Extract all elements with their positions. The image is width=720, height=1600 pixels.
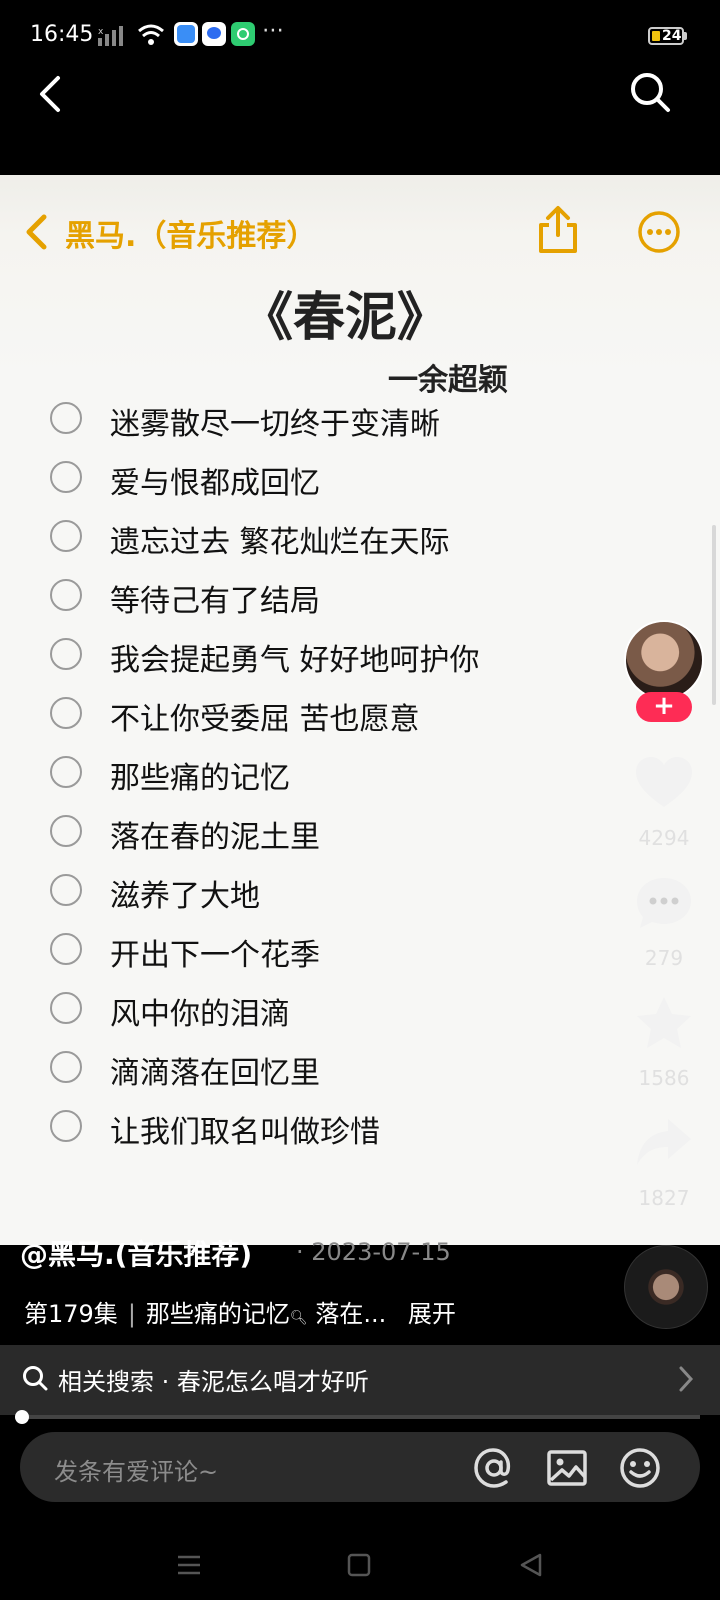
favorite-count: 1586: [638, 1066, 690, 1090]
note-folder-title: 黑马.（音乐推荐）: [65, 219, 317, 254]
image-icon[interactable]: [545, 1446, 589, 1490]
battery-tip: [684, 32, 687, 40]
back-icon[interactable]: [36, 74, 66, 114]
author-avatar[interactable]: [624, 620, 704, 700]
checkbox-circle-icon: [50, 461, 82, 493]
singer-name: 一余超颖: [388, 363, 508, 398]
svg-text:x: x: [98, 27, 104, 37]
home-square-icon[interactable]: [346, 1552, 372, 1578]
share-icon: [539, 206, 577, 253]
separator: |: [127, 1300, 136, 1328]
share-count: 1827: [638, 1186, 690, 1210]
checkbox-circle-icon: [50, 874, 82, 906]
checkbox-circle-icon: [50, 402, 82, 434]
baidu-notification-icon: [202, 22, 226, 46]
comment-count: 279: [644, 946, 684, 970]
episode-label: 第179集: [24, 1300, 118, 1328]
note-back-icon: [26, 214, 47, 250]
signal-icon: x: [98, 26, 123, 46]
menu-icon[interactable]: [176, 1552, 202, 1578]
related-search-text: 相关搜索 · 春泥怎么唱才好听: [58, 1368, 369, 1396]
checkbox-circle-icon: [50, 1110, 82, 1142]
favorite-star-icon[interactable]: [634, 995, 694, 1051]
checkbox-circle-icon: [50, 933, 82, 965]
post-date: · 2023-07-15: [296, 1238, 451, 1266]
status-bar: 16:45 x ⋯ 24: [0, 0, 720, 70]
related-search-bar[interactable]: 相关搜索 · 春泥怎么唱才好听: [0, 1345, 720, 1415]
song-title: 《春泥》: [240, 288, 449, 348]
like-heart-icon[interactable]: [634, 755, 694, 811]
video-description[interactable]: 第179集 | 那些痛的记忆🔍︎ 落在... 展开: [24, 1294, 456, 1329]
note-card[interactable]: 黑马.（音乐推荐） 《春泥》 一余超颖 迷雾散尽一切终于变清晰 爱与恨都成回忆 …: [0, 175, 720, 1245]
battery-icon: 24: [648, 27, 684, 45]
search-keyword-icon: 🔍︎: [289, 1310, 308, 1326]
checkbox-circle-icon: [50, 579, 82, 611]
music-disc[interactable]: [624, 1245, 708, 1329]
checkbox-circle-icon: [50, 815, 82, 847]
more-options-icon: [638, 211, 680, 253]
wifi-icon: [138, 24, 164, 45]
battery-level: 24: [662, 28, 682, 44]
description-snippet: 那些痛的记忆: [145, 1300, 290, 1328]
status-time: 16:45: [30, 22, 94, 47]
note-scrollbar: [712, 525, 716, 705]
like-count: 4294: [638, 826, 690, 850]
description-tail: 落在...: [315, 1300, 387, 1328]
checkbox-circle-icon: [50, 520, 82, 552]
share-arrow-icon[interactable]: [634, 1115, 694, 1171]
expand-link[interactable]: 展开: [408, 1300, 456, 1328]
follow-button[interactable]: +: [636, 692, 692, 722]
checkbox-circle-icon: [50, 697, 82, 729]
comment-input-bar[interactable]: 发条有爱评论~: [20, 1432, 700, 1502]
checkbox-circle-icon: [50, 1051, 82, 1083]
search-icon: [23, 1366, 48, 1391]
search-icon[interactable]: [628, 70, 672, 114]
video-progress-bar[interactable]: [15, 1410, 700, 1424]
mention-at-icon[interactable]: [472, 1446, 516, 1490]
checkbox-circle-icon: [50, 756, 82, 788]
checkbox-circle-icon: [50, 638, 82, 670]
back-triangle-icon[interactable]: [518, 1552, 544, 1578]
emoji-icon[interactable]: [618, 1446, 662, 1490]
comment-icon[interactable]: [634, 875, 694, 931]
progress-knob[interactable]: [15, 1410, 29, 1424]
chevron-right-icon: [679, 1366, 694, 1392]
more-notifications-icon: ⋯: [262, 18, 284, 43]
author-handle[interactable]: @黑马.(音乐推荐): [20, 1233, 252, 1273]
wechat-notification-icon: [231, 22, 255, 46]
comment-placeholder: 发条有爱评论~: [54, 1458, 219, 1486]
system-nav-bar: [0, 1530, 720, 1600]
checkbox-circle-icon: [50, 992, 82, 1024]
app-notification-icon: [174, 22, 198, 46]
